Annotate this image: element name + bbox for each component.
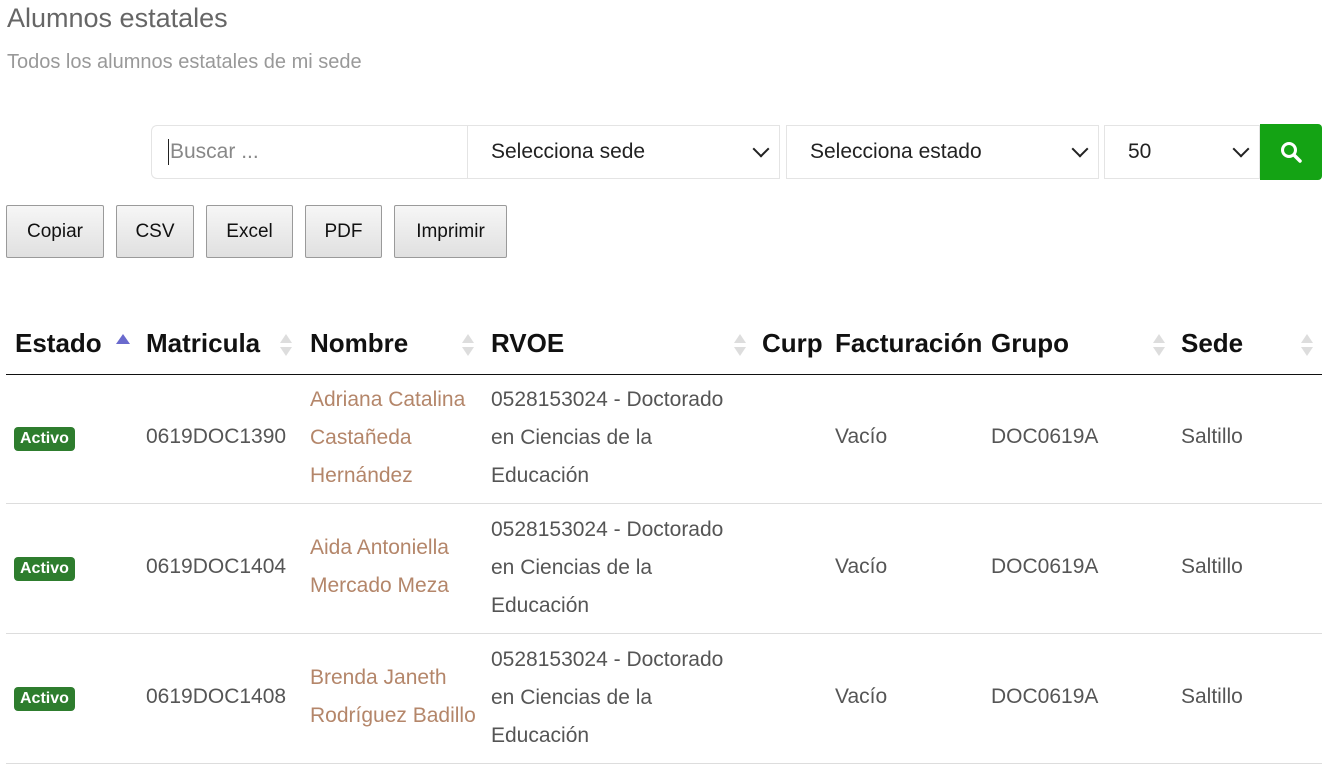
facturacion-cell: Vacío — [835, 555, 888, 578]
rvoe-line: 0528153024 - Doctorado — [491, 388, 724, 411]
sede-cell: Saltillo — [1181, 425, 1243, 448]
sede-cell: Saltillo — [1181, 685, 1243, 708]
search-placeholder: Buscar ... — [170, 140, 259, 163]
export-buttons: Copiar CSV Excel PDF Imprimir — [6, 205, 519, 258]
page-title: Alumnos estatales — [7, 3, 228, 33]
print-button[interactable]: Imprimir — [394, 205, 507, 258]
name-line: Hernández — [310, 464, 413, 487]
rvoe-line: Educación — [491, 464, 590, 487]
matricula-cell: 0619DOC1404 — [146, 555, 287, 578]
rvoe-cell: 0528153024 - Doctorado en Ciencias de la… — [491, 381, 723, 495]
student-name-link[interactable]: Adriana Catalina Castañeda Hernández — [310, 381, 465, 495]
column-header-estado[interactable]: Estado — [15, 328, 102, 359]
column-header-facturacion[interactable]: Facturación — [835, 328, 982, 359]
column-header-rvoe[interactable]: RVOE — [491, 328, 564, 359]
facturacion-cell: Vacío — [835, 685, 888, 708]
filter-bar: Buscar ... Selecciona sede Selecciona es… — [151, 124, 1322, 181]
sort-icon[interactable] — [1301, 334, 1313, 358]
search-icon — [1281, 142, 1302, 163]
estado-select[interactable]: Selecciona estado — [786, 125, 1099, 179]
status-badge: Activo — [14, 427, 75, 451]
table-row: Activo 0619DOC1408 Brenda Janeth Rodrígu… — [6, 634, 1322, 764]
grupo-cell: DOC0619A — [991, 425, 1099, 448]
matricula-cell: 0619DOC1408 — [146, 685, 287, 708]
rvoe-line: 0528153024 - Doctorado — [491, 648, 724, 671]
name-line: Brenda Janeth — [310, 666, 447, 689]
pdf-button[interactable]: PDF — [305, 205, 382, 258]
table-row: Activo 0619DOC1404 Aida Antoniella Merca… — [6, 504, 1322, 634]
name-line: Adriana Catalina — [310, 388, 466, 411]
chevron-down-icon — [752, 140, 770, 158]
csv-button[interactable]: CSV — [116, 205, 194, 258]
name-line: Rodríguez Badillo — [310, 704, 476, 727]
column-header-grupo[interactable]: Grupo — [991, 328, 1069, 359]
column-header-matricula[interactable]: Matricula — [146, 328, 260, 359]
search-button[interactable] — [1260, 124, 1322, 180]
chevron-down-icon — [1232, 140, 1250, 158]
copy-button[interactable]: Copiar — [6, 205, 104, 258]
name-line: Aida Antoniella — [310, 536, 449, 559]
rvoe-line: en Ciencias de la — [491, 686, 653, 709]
estado-select-value: Selecciona estado — [810, 140, 982, 163]
status-badge: Activo — [14, 557, 75, 581]
sort-asc-icon[interactable] — [116, 334, 130, 344]
page-subtitle: Todos los alumnos estatales de mi sede — [7, 51, 362, 73]
rvoe-line: Educación — [491, 724, 590, 747]
search-input[interactable]: Buscar ... — [151, 125, 467, 179]
rvoe-line: Educación — [491, 594, 590, 617]
sede-select-value: Selecciona sede — [491, 140, 646, 163]
rvoe-line: en Ciencias de la — [491, 556, 653, 579]
facturacion-cell: Vacío — [835, 425, 888, 448]
sede-select[interactable]: Selecciona sede — [467, 125, 780, 179]
name-line: Mercado Meza — [310, 574, 449, 597]
sort-icon[interactable] — [1153, 334, 1165, 358]
rvoe-line: 0528153024 - Doctorado — [491, 518, 724, 541]
column-header-sede[interactable]: Sede — [1181, 328, 1243, 359]
rvoe-cell: 0528153024 - Doctorado en Ciencias de la… — [491, 511, 723, 625]
student-name-link[interactable]: Brenda Janeth Rodríguez Badillo — [310, 659, 476, 735]
name-line: Castañeda — [310, 426, 412, 449]
text-cursor — [168, 139, 169, 165]
rvoe-cell: 0528153024 - Doctorado en Ciencias de la… — [491, 641, 723, 755]
table-header: Estado Matricula Nombre RVOE Curp Factur… — [6, 318, 1322, 375]
page-size-value: 50 — [1128, 140, 1152, 163]
grupo-cell: DOC0619A — [991, 555, 1099, 578]
excel-button[interactable]: Excel — [206, 205, 293, 258]
matricula-cell: 0619DOC1390 — [146, 425, 287, 448]
grupo-cell: DOC0619A — [991, 685, 1099, 708]
sort-icon[interactable] — [280, 334, 292, 358]
column-header-nombre[interactable]: Nombre — [310, 328, 408, 359]
sort-icon[interactable] — [734, 334, 746, 358]
page-size-select[interactable]: 50 — [1104, 125, 1260, 179]
rvoe-line: en Ciencias de la — [491, 426, 653, 449]
chevron-down-icon — [1071, 140, 1089, 158]
sede-cell: Saltillo — [1181, 555, 1243, 578]
student-name-link[interactable]: Aida Antoniella Mercado Meza — [310, 529, 449, 605]
status-badge: Activo — [14, 687, 75, 711]
sort-icon[interactable] — [462, 334, 474, 358]
table-row: Activo 0619DOC1390 Adriana Catalina Cast… — [6, 374, 1322, 504]
column-header-curp[interactable]: Curp — [762, 328, 823, 359]
